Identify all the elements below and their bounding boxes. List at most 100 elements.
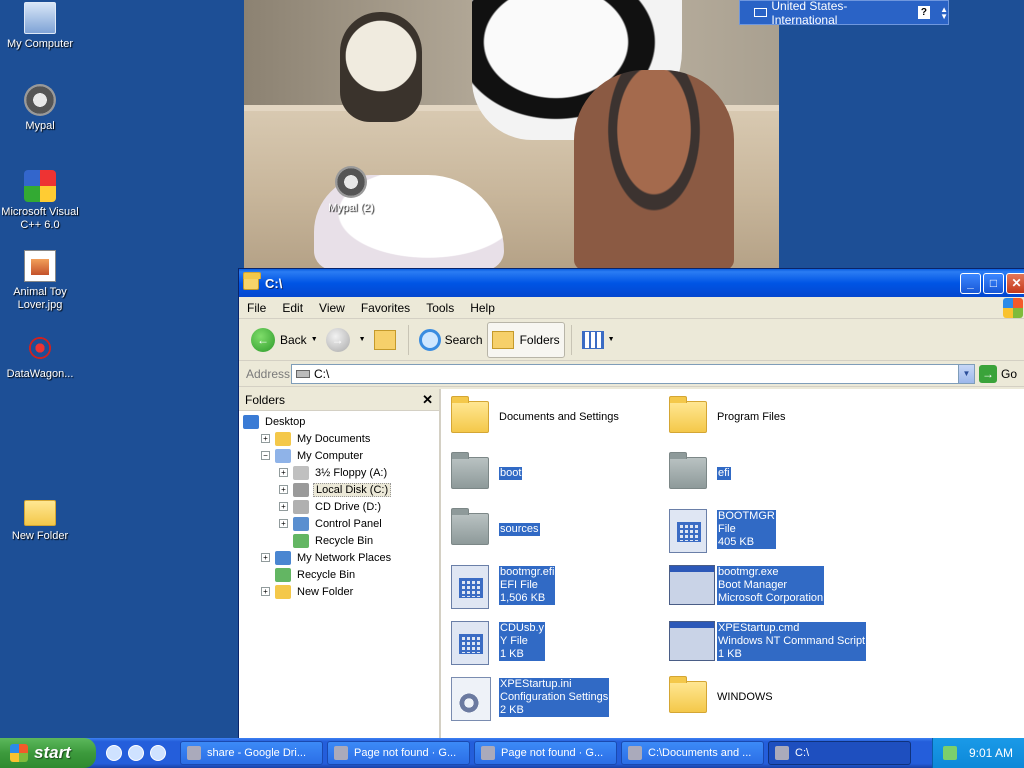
desktop-icon-animal-toy-lover[interactable]: Animal Toy Lover.jpg (0, 250, 80, 312)
file-item[interactable]: sources (451, 508, 540, 549)
tree-item-icon (293, 533, 309, 548)
language-bar[interactable]: United States-International ? ▲ ▼ (739, 0, 949, 27)
settings-file-icon (451, 677, 491, 721)
tree-expander-icon[interactable]: + (279, 502, 288, 511)
taskbar-task-button[interactable]: Page not found · G... (474, 741, 617, 765)
tree-expander-icon[interactable]: − (261, 451, 270, 460)
tree-item[interactable]: − My Computer (239, 447, 439, 464)
windows-logo-icon (10, 744, 28, 762)
folders-icon (491, 330, 514, 349)
explorer-window: C:\ _ □ ✕ File Edit View Favorites Tools… (238, 268, 1024, 740)
go-button[interactable]: → Go (979, 364, 1023, 383)
tree-expander-icon[interactable]: + (279, 468, 288, 477)
datawagon-icon (24, 332, 56, 364)
taskbar-task-button[interactable]: C:\Documents and ... (621, 741, 764, 765)
tree-item-icon (243, 414, 259, 429)
folders-button[interactable]: Folders (486, 321, 565, 358)
tree-expander-icon[interactable]: + (279, 519, 288, 528)
address-input[interactable]: C:\ ▼ (291, 363, 975, 384)
file-icon (451, 621, 489, 665)
tree-item[interactable]: + My Network Places (239, 549, 439, 566)
show-desktop-icon[interactable] (106, 745, 122, 761)
address-label: Address (246, 366, 291, 381)
network-icon[interactable] (943, 746, 957, 760)
file-icon (669, 509, 707, 553)
file-icon-wrapper (451, 677, 491, 721)
file-item[interactable]: boot (451, 452, 523, 493)
close-button[interactable]: ✕ (1006, 272, 1024, 294)
system-tray: 9:01 AM (932, 738, 1024, 768)
tree-item-label: Local Disk (C:) (313, 482, 392, 497)
maximize-button[interactable]: □ (983, 272, 1004, 294)
tree-item[interactable]: + My Documents (239, 430, 439, 447)
up-folder-button[interactable] (370, 322, 402, 358)
search-button[interactable]: Search (415, 322, 487, 358)
file-item[interactable]: XPEStartup.cmd Windows NT Command Script 1… (669, 621, 867, 661)
tree-item[interactable]: + New Folder (239, 583, 439, 600)
desktop-icon-datawagon[interactable]: DataWagon... (0, 332, 80, 381)
tree-item[interactable]: Desktop (239, 413, 439, 430)
tree-item[interactable]: + Local Disk (C:) (239, 481, 439, 498)
task-app-icon (187, 746, 201, 760)
application-icon (669, 565, 715, 605)
tree-expander-icon[interactable]: + (261, 434, 270, 443)
menu-view[interactable]: View (311, 301, 353, 315)
views-button[interactable]: ▼ (578, 322, 619, 358)
file-item[interactable]: Program Files (669, 396, 785, 437)
tree-item[interactable]: + Control Panel (239, 515, 439, 532)
file-item[interactable]: BOOTMGR File 405 KB (669, 509, 776, 553)
close-pane-icon[interactable]: ✕ (422, 392, 433, 408)
folder-icon (243, 271, 261, 290)
title-bar[interactable]: C:\ _ □ ✕ (239, 269, 1024, 297)
file-info: WINDOWS (717, 691, 773, 704)
taskbar-task-button[interactable]: share - Google Dri... (180, 741, 323, 765)
taskbar-task-button[interactable]: C:\ (768, 741, 911, 765)
help-icon[interactable]: ? (917, 6, 931, 19)
forward-button[interactable]: → ▼ (322, 322, 370, 358)
forward-dropdown-icon[interactable]: ▼ (359, 336, 366, 343)
media-player-icon[interactable] (150, 745, 166, 761)
menu-favorites[interactable]: Favorites (353, 301, 418, 315)
desktop-icon-mypal[interactable]: Mypal (0, 84, 80, 133)
language-bar-options-icon[interactable]: ▲ ▼ (940, 5, 948, 20)
file-item[interactable]: Documents and Settings (451, 396, 619, 437)
file-detail: Boot Manager (717, 578, 825, 592)
file-item[interactable]: WINDOWS (669, 676, 773, 717)
minimize-button[interactable]: _ (960, 272, 981, 294)
windows-logo-icon (1003, 298, 1023, 318)
tree-expander-icon[interactable]: + (279, 485, 288, 494)
tree-item[interactable]: Recycle Bin (239, 566, 439, 583)
tree-item-label: My Network Places (297, 551, 392, 564)
desktop-icon-mypal-2[interactable]: Mypal (2) (311, 166, 391, 215)
tree-item-label: CD Drive (D:) (315, 500, 381, 513)
file-item[interactable]: bootmgr.exe Boot Manager Microsoft Corpora… (669, 565, 825, 605)
views-dropdown-icon[interactable]: ▼ (608, 336, 615, 343)
desktop-icon-my-computer[interactable]: My Computer (0, 2, 80, 51)
desktop-icon-new-folder[interactable]: New Folder (0, 496, 80, 543)
menu-edit[interactable]: Edit (274, 301, 311, 315)
desktop-icon-visual-cpp[interactable]: Microsoft Visual C++ 6.0 (0, 170, 80, 232)
menu-tools[interactable]: Tools (418, 301, 462, 315)
tree-item[interactable]: +3½ Floppy (A:) (239, 464, 439, 481)
file-name: Documents and Settings (499, 410, 619, 423)
folder-icon (451, 508, 489, 545)
taskbar-task-button[interactable]: Page not found · G... (327, 741, 470, 765)
address-dropdown-icon[interactable]: ▼ (958, 364, 974, 383)
file-item[interactable]: XPEStartup.ini Configuration Settings 2 KB (451, 677, 610, 721)
task-label: C:\ (795, 747, 810, 759)
task-app-icon (628, 746, 642, 760)
file-item[interactable]: CDUsb.y Y File 1 KB (451, 621, 546, 665)
back-dropdown-icon[interactable]: ▼ (311, 336, 318, 343)
tree-item[interactable]: Recycle Bin (239, 532, 439, 549)
file-item[interactable]: bootmgr.efi EFI File 1,506 KB (451, 565, 556, 609)
menu-help[interactable]: Help (462, 301, 503, 315)
start-label: start (34, 743, 71, 762)
tree-expander-icon[interactable]: + (261, 553, 270, 562)
tree-item[interactable]: + CD Drive (D:) (239, 498, 439, 515)
internet-explorer-icon[interactable] (128, 745, 144, 761)
tree-expander-icon[interactable]: + (261, 587, 270, 596)
menu-file[interactable]: File (239, 301, 274, 315)
start-button[interactable]: start (0, 738, 96, 768)
file-item[interactable]: efi (669, 452, 731, 493)
back-button[interactable]: ← Back ▼ (247, 322, 322, 358)
